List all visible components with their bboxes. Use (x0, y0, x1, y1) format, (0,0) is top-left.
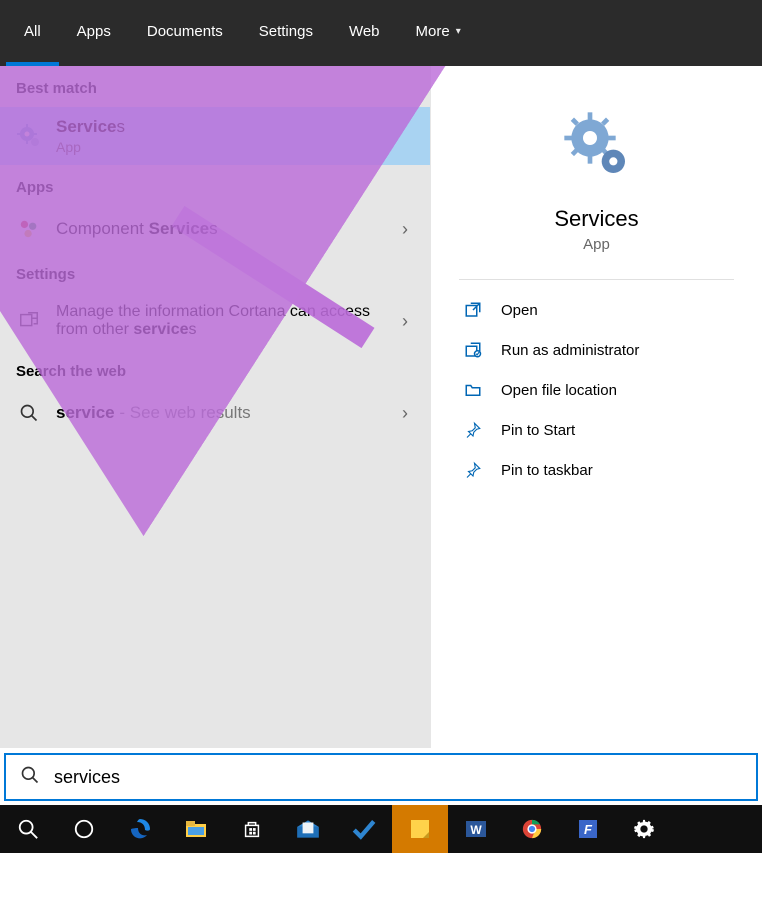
filter-tab-all[interactable]: All (6, 0, 59, 66)
pin-icon (463, 460, 483, 480)
result-component-services[interactable]: Component Services › (0, 206, 430, 252)
filter-tab-apps[interactable]: Apps (59, 0, 129, 66)
taskbar-chrome-button[interactable] (504, 805, 560, 853)
section-header-apps: Apps (0, 165, 430, 206)
svg-text:W: W (470, 823, 482, 837)
detail-title: Services (431, 206, 762, 232)
filter-tab-web[interactable]: Web (331, 0, 398, 66)
taskbar-sticky-notes-button[interactable] (392, 805, 448, 853)
section-header-web: Search the web (0, 349, 430, 390)
result-web-search[interactable]: service - See web results › (0, 390, 430, 436)
taskbar: W F (0, 805, 762, 853)
search-box[interactable] (4, 753, 758, 801)
result-title: Component Services (56, 219, 388, 239)
action-label: Open file location (501, 382, 617, 399)
section-header-settings: Settings (0, 252, 430, 293)
results-list: Best match Services App Apps Component S… (0, 66, 430, 748)
result-services-app[interactable]: Services App (0, 107, 430, 165)
search-input[interactable] (54, 767, 742, 788)
chevron-right-icon: › (402, 403, 414, 424)
action-label: Pin to taskbar (501, 462, 593, 479)
taskbar-edge-button[interactable] (112, 805, 168, 853)
permissions-icon (16, 308, 42, 334)
folder-icon (463, 380, 483, 400)
open-icon (463, 300, 483, 320)
filter-tab-more[interactable]: More▾ (398, 0, 479, 66)
taskbar-cortana-button[interactable] (56, 805, 112, 853)
detail-subtitle: App (431, 236, 762, 253)
result-subtitle: App (56, 139, 414, 155)
result-title: service - See web results (56, 403, 388, 423)
action-run-as-admin[interactable]: Run as administrator (431, 330, 762, 370)
filter-tab-documents[interactable]: Documents (129, 0, 241, 66)
taskbar-todo-button[interactable] (336, 805, 392, 853)
taskbar-store-button[interactable] (224, 805, 280, 853)
action-label: Open (501, 302, 538, 319)
gear-icon (562, 110, 632, 180)
action-open-file-location[interactable]: Open file location (431, 370, 762, 410)
chevron-right-icon: › (402, 311, 414, 332)
action-label: Run as administrator (501, 342, 639, 359)
action-label: Pin to Start (501, 422, 575, 439)
results-area: Best match Services App Apps Component S… (0, 66, 762, 748)
search-icon (20, 765, 40, 790)
taskbar-settings-button[interactable] (616, 805, 672, 853)
detail-pane: Services App Open Run as administrator O… (430, 66, 762, 748)
action-pin-to-taskbar[interactable]: Pin to taskbar (431, 450, 762, 490)
search-icon (16, 400, 42, 426)
component-services-icon (16, 216, 42, 242)
admin-icon (463, 340, 483, 360)
taskbar-search-button[interactable] (0, 805, 56, 853)
action-open[interactable]: Open (431, 290, 762, 330)
search-filter-bar: All Apps Documents Settings Web More▾ (0, 0, 762, 66)
chevron-right-icon: › (402, 219, 414, 240)
taskbar-form-app-button[interactable]: F (560, 805, 616, 853)
taskbar-file-explorer-button[interactable] (168, 805, 224, 853)
chevron-down-icon: ▾ (456, 26, 461, 37)
result-title: Manage the information Cortana can acces… (56, 303, 388, 339)
taskbar-mail-button[interactable] (280, 805, 336, 853)
result-cortana-setting[interactable]: Manage the information Cortana can acces… (0, 293, 430, 349)
gear-icon (16, 123, 42, 149)
result-title: Services (56, 117, 414, 137)
section-header-best-match: Best match (0, 66, 430, 107)
action-pin-to-start[interactable]: Pin to Start (431, 410, 762, 450)
svg-text:F: F (584, 822, 593, 837)
separator (459, 279, 734, 280)
filter-tab-settings[interactable]: Settings (241, 0, 331, 66)
pin-icon (463, 420, 483, 440)
taskbar-word-button[interactable]: W (448, 805, 504, 853)
